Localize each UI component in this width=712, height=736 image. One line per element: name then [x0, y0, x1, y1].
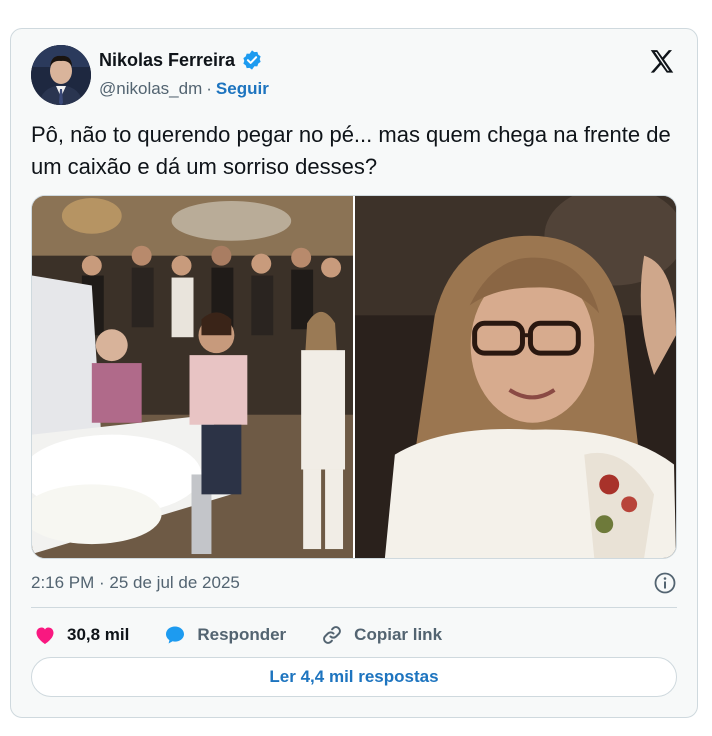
verified-badge-icon	[241, 49, 263, 71]
avatar-image	[31, 45, 91, 105]
reply-button[interactable]: Responder	[163, 623, 286, 647]
avatar[interactable]	[31, 45, 91, 105]
follow-button[interactable]: Seguir	[216, 79, 269, 99]
funeral-scene-image	[32, 196, 353, 558]
copy-link-label: Copiar link	[354, 625, 443, 644]
handle-separator: ·	[206, 79, 212, 98]
photo-right[interactable]	[355, 196, 676, 558]
author-name[interactable]: Nikolas Ferreira	[99, 50, 235, 71]
divider	[31, 607, 677, 608]
info-icon[interactable]	[653, 571, 677, 595]
tweet-card: Nikolas Ferreira @nikolas_dm · Seguir Pô…	[10, 28, 698, 718]
read-replies-button[interactable]: Ler 4,4 mil respostas	[31, 657, 677, 697]
timestamp-row: 2:16 PM · 25 de jul de 2025	[31, 569, 677, 597]
reply-label: Responder	[197, 625, 287, 644]
speech-bubble-icon	[166, 626, 185, 644]
author-handle[interactable]: @nikolas_dm	[99, 79, 202, 99]
tweet-text: Pô, não to querendo pegar no pé... mas q…	[31, 122, 671, 179]
copy-link-button[interactable]: Copiar link	[320, 623, 442, 647]
link-icon	[323, 626, 342, 644]
closeup-image	[355, 196, 676, 558]
heart-icon	[36, 627, 54, 644]
action-bar: 30,8 mil Responder Copiar link	[33, 619, 476, 651]
photo-left[interactable]	[32, 196, 353, 558]
x-logo-icon[interactable]	[647, 47, 677, 77]
like-count: 30,8 mil	[67, 625, 130, 644]
tweet-media[interactable]	[31, 195, 677, 559]
tweet-timestamp[interactable]: 2:16 PM · 25 de jul de 2025	[31, 573, 240, 593]
tweet-header: Nikolas Ferreira @nikolas_dm · Seguir	[31, 43, 677, 105]
like-button[interactable]: 30,8 mil	[33, 623, 129, 647]
